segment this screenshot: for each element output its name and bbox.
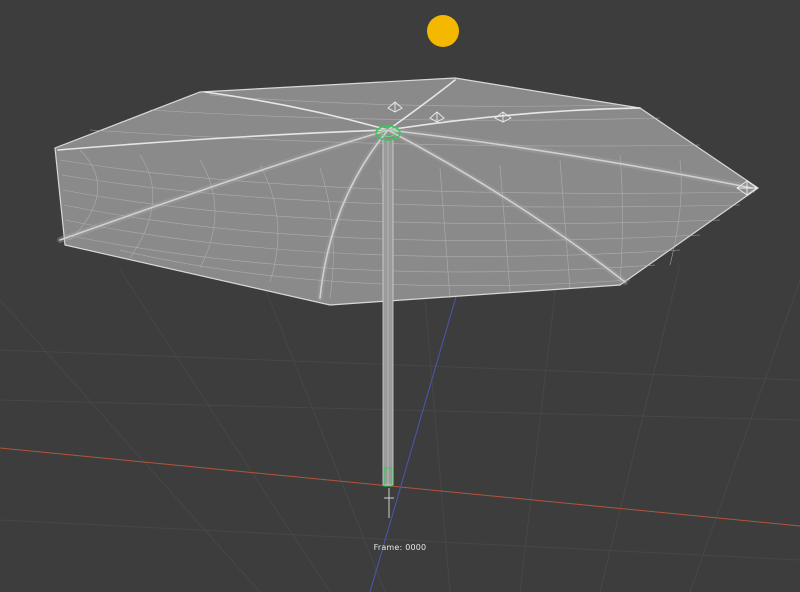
3d-viewport[interactable] <box>0 0 800 592</box>
umbrella-pole[interactable] <box>382 139 394 487</box>
frame-readout: Frame: 0000 <box>373 543 427 552</box>
sun-light-icon[interactable] <box>427 15 459 47</box>
